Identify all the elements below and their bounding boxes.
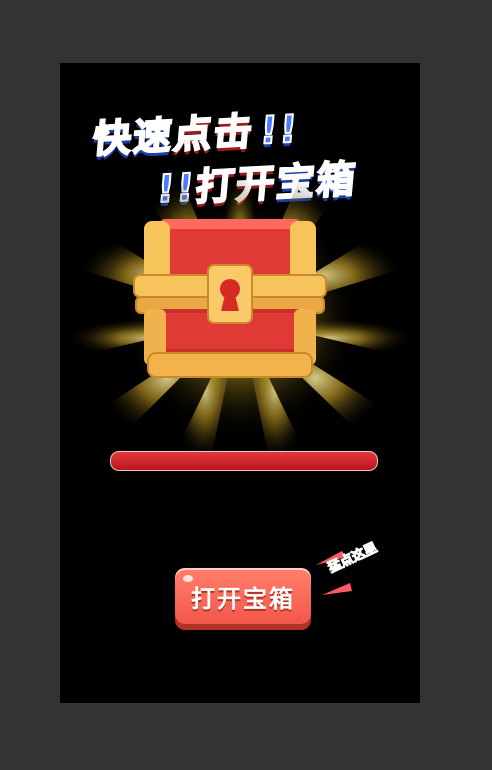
open-chest-button[interactable]: 打开宝箱 — [175, 568, 311, 624]
title-text-blue-1: 快速 — [90, 112, 176, 162]
title-text-red-1: 点击 — [171, 108, 257, 158]
open-chest-button-label: 打开宝箱 — [191, 584, 295, 613]
game-screen: 快速点击!! !!打开宝箱 — [60, 63, 420, 703]
title-exclaim-1: !! — [257, 106, 302, 154]
button-shine — [183, 575, 193, 582]
hint-callout: 猛点这里 — [316, 540, 396, 603]
treasure-chest-icon[interactable] — [130, 213, 330, 383]
progress-bar — [110, 451, 378, 471]
